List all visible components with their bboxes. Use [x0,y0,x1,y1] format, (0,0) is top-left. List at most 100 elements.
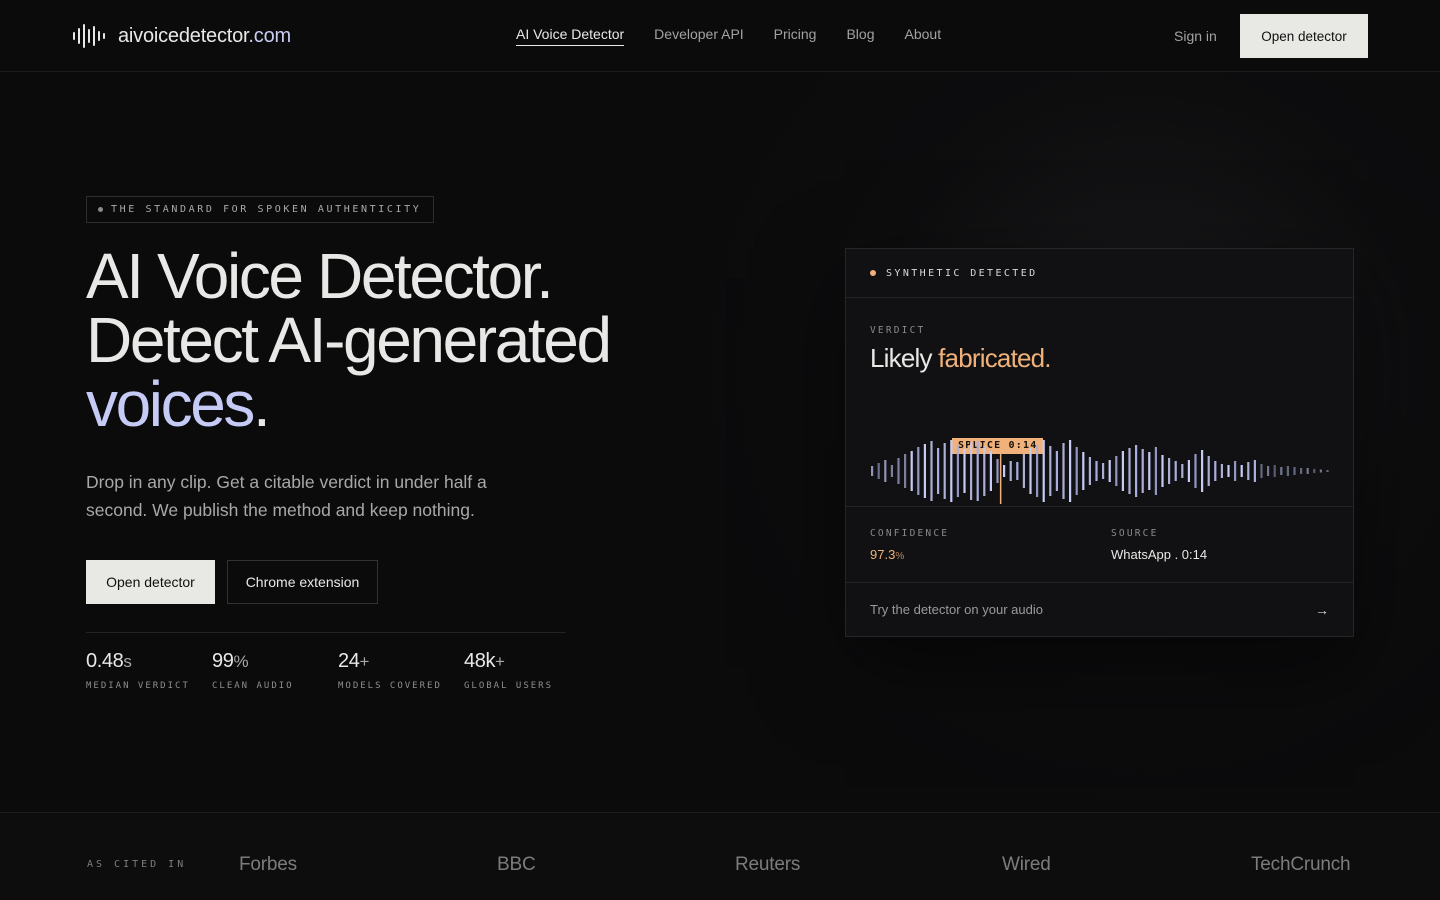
stat-label: CLEAN AUDIO [212,681,294,691]
waveform-bar [1049,446,1052,496]
waveform-bar [1280,467,1283,475]
waveform-bar [1214,461,1217,481]
hero-headline: AI Voice Detector. Detect AI-generated v… [86,244,726,436]
confidence-label: CONFIDENCE [870,528,950,539]
waveform-bar [943,443,946,499]
try-detector-text: Try the detector on your audio [870,602,1043,617]
card-status-header: SYNTHETIC DETECTED [846,249,1353,298]
waveform-bar [1227,465,1230,477]
waveform-bar [890,465,893,477]
waveform-bar [1088,457,1091,485]
waveform-bar [1181,464,1184,478]
waveform-bar [917,447,920,495]
outlet-logo-wired: Wired [1002,854,1051,875]
waveform-bar [1102,463,1105,479]
waveform-bar [937,448,940,494]
waveform-graphic [871,438,1329,504]
waveform-bar [1062,443,1065,499]
brand-name: aivoicedetector.com [118,24,291,47]
brand-logo[interactable]: aivoicedetector.com [73,24,291,48]
verdict-panel: VERDICT Likely fabricated. SPLICE 0:14 [846,298,1353,507]
waveform-bar [1022,454,1025,488]
waveform-bar [930,441,933,501]
source-value: WhatsApp . 0:14 [1111,547,1208,562]
stat-models-covered: 24+ MODELS COVERED [338,648,464,691]
nav-link-ai-voice-detector[interactable]: AI Voice Detector [516,24,625,46]
waveform-bar [1036,445,1039,497]
waveform-bar [1319,469,1322,473]
waveform-bar [1201,450,1204,492]
waveform-bar [1187,460,1190,482]
waveform-bar [1115,456,1118,486]
nav-link-developer-api[interactable]: Developer API [654,24,744,46]
waveform-bar [1148,452,1151,490]
waveform-bar [1174,461,1177,481]
waveform-bar [983,446,986,496]
stat-value: 99% [212,650,249,672]
open-detector-button[interactable]: Open detector [86,560,215,604]
waveform-bar [1267,466,1270,476]
waveform-bar [1220,464,1223,478]
arrow-right-icon: → [1315,601,1329,618]
waveform-bar [1293,467,1296,475]
chrome-extension-button[interactable]: Chrome extension [227,560,378,604]
source-label: SOURCE [1111,528,1159,539]
waveform-bar [1234,461,1237,481]
waveform-bar [970,442,973,500]
sign-in-link[interactable]: Sign in [1174,26,1217,46]
outlet-logo-forbes: Forbes [239,854,297,875]
stat-global-users: 48k+ GLOBAL USERS [464,648,590,691]
confidence-block: CONFIDENCE 97.3% [870,528,949,562]
waveform-bar [1108,460,1111,482]
top-navigation: aivoicedetector.com AI Voice Detector De… [0,0,1440,72]
waveform-bar [1207,456,1210,486]
status-text: SYNTHETIC DETECTED [886,267,1038,279]
waveform-bar [1313,469,1316,473]
waveform-bar [1082,452,1085,490]
waveform-bar [877,463,880,479]
stat-median-verdict: 0.48s MEDIAN VERDICT [86,648,212,691]
try-detector-link[interactable]: Try the detector on your audio → [846,583,1353,636]
waveform-bar [1141,449,1144,493]
waveform-bar [950,440,953,502]
waveform-bar [1016,462,1019,480]
stat-label: GLOBAL USERS [464,681,554,691]
outlet-logo-techcrunch: TechCrunch [1251,854,1351,875]
waveform-bar [1326,470,1329,472]
waveform-bar [963,449,966,493]
waveform-bar [1260,464,1263,478]
waveform-bar [1154,447,1157,495]
waveform-bar [1168,458,1171,484]
waveform-bar [871,466,874,476]
stat-label: MEDIAN VERDICT [86,681,190,691]
stat-clean-audio: 99% CLEAN AUDIO [212,648,338,691]
waveform-bar [1009,461,1012,481]
stat-value: 24+ [338,650,369,672]
waveform-bar [1273,465,1276,477]
waveform-bar [910,451,913,491]
nav-link-pricing[interactable]: Pricing [774,24,817,46]
audio-waveform [870,438,1330,504]
status-dot-icon [870,270,876,276]
nav-open-detector-button[interactable]: Open detector [1240,14,1368,58]
stat-label: MODELS COVERED [338,681,442,691]
outlet-logo-reuters: Reuters [735,854,801,875]
waveform-bar [1069,440,1072,502]
headline-line-1: AI Voice Detector. [86,240,554,312]
stat-value: 48k+ [464,650,505,672]
splice-marker-line [999,438,1002,504]
waveform-bar [996,459,999,483]
waveform-bar [1253,460,1256,482]
verdict-label: VERDICT [870,325,926,336]
eyebrow-text: THE STANDARD FOR SPOKEN AUTHENTICITY [111,204,422,215]
stats-divider [86,632,566,633]
hero-subcopy: Drop in any clip. Get a citable verdict … [86,472,487,520]
cited-in-band: AS CITED IN Forbes BBC Reuters Wired Tec… [0,812,1440,900]
waveform-bar [1161,455,1164,487]
nav-link-about[interactable]: About [905,24,942,46]
nav-link-blog[interactable]: Blog [846,24,874,46]
waveform-bar [1075,447,1078,495]
waveform-bar [1135,445,1138,497]
waveform-bar [1128,448,1131,494]
waveform-bar [1042,440,1045,502]
